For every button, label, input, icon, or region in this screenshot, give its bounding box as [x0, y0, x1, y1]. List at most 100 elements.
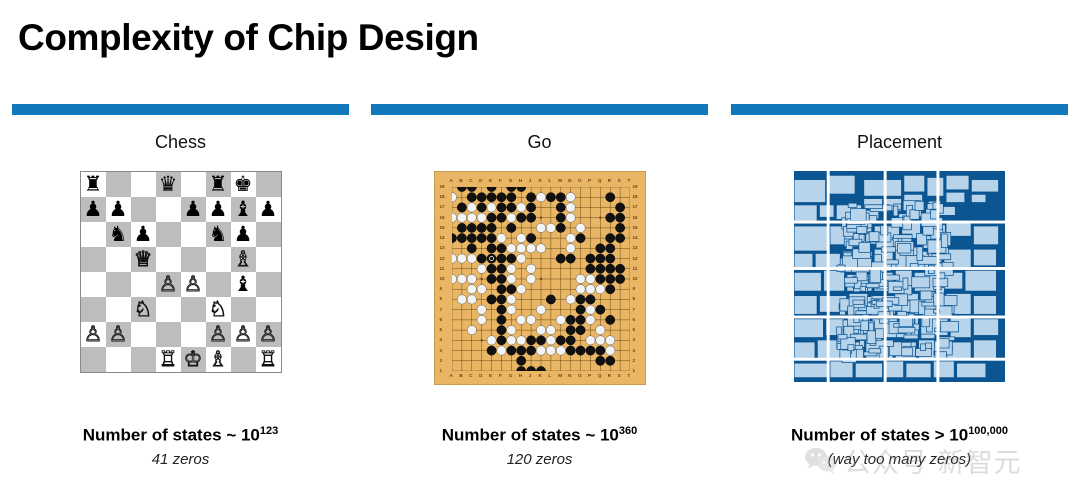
chess-square: ♟	[130, 222, 156, 247]
go-stone	[496, 274, 506, 284]
go-column-label: R	[607, 373, 612, 378]
go-stone	[476, 192, 487, 203]
figure-go: A A B B C C D D E E F F G G H H J J K K L L M M N N O O P P Q Q R R S S T T 19…	[371, 171, 708, 385]
go-stone	[476, 304, 487, 315]
go-column-label: J	[528, 373, 532, 378]
caption-chess-main: Number of states ~ 10123	[12, 425, 349, 446]
placement-cell	[900, 347, 913, 357]
chess-square	[155, 297, 181, 322]
go-stone	[545, 223, 556, 233]
go-stone	[614, 233, 625, 243]
go-stone	[466, 187, 477, 192]
go-stone	[535, 243, 546, 254]
go-stone	[496, 345, 506, 356]
chess-piece: ♛	[158, 172, 178, 196]
go-stone	[614, 263, 625, 274]
placement-block	[794, 252, 814, 269]
chess-square: ♟	[230, 222, 256, 247]
go-stone	[604, 274, 615, 284]
placement-block	[863, 178, 903, 197]
go-column-label: K	[538, 178, 542, 183]
placement-block	[794, 271, 822, 292]
go-stone	[456, 294, 467, 305]
chess-square	[130, 272, 156, 297]
placement-cell	[902, 277, 909, 290]
go-stone	[505, 263, 516, 274]
placement-cell	[911, 276, 931, 289]
chess-piece: ♟	[83, 197, 103, 221]
go-row-label: 16	[439, 214, 445, 220]
placement-block	[794, 294, 818, 316]
go-stone	[565, 335, 576, 346]
go-stone	[505, 223, 516, 233]
chess-piece: ♟	[208, 197, 228, 221]
go-row-label: 3	[439, 347, 443, 353]
placement-block	[972, 339, 998, 360]
chess-square	[80, 272, 106, 297]
go-stone	[525, 212, 536, 223]
go-stone	[515, 187, 526, 192]
chess-square	[130, 322, 156, 347]
go-stone	[585, 253, 595, 264]
go-stone	[594, 284, 605, 295]
chess-square	[180, 222, 206, 247]
go-row-label: 7	[439, 306, 443, 312]
go-stone	[496, 233, 506, 243]
go-stone	[496, 243, 506, 254]
chess-square: ♙	[155, 272, 181, 297]
go-stone	[466, 202, 477, 213]
go-row-label: 8	[439, 296, 443, 302]
go-column-label: S	[617, 178, 621, 183]
go-stone	[575, 304, 585, 315]
go-row-label: 16	[632, 214, 638, 220]
go-stone	[575, 223, 585, 233]
go-stone	[505, 253, 516, 264]
go-column-label: T	[627, 373, 631, 378]
chess-square	[230, 347, 256, 372]
go-stone	[486, 345, 496, 356]
placement-block	[794, 204, 818, 223]
go-stone	[575, 233, 585, 243]
go-stone	[604, 253, 615, 264]
go-stone	[604, 315, 615, 325]
placement-cell	[850, 208, 867, 222]
go-stone	[565, 212, 576, 223]
placement-cell	[852, 299, 865, 305]
caption-placement-main: Number of states > 10100,000	[731, 425, 1068, 446]
chess-piece: ♗	[208, 347, 228, 371]
go-stone	[476, 233, 487, 243]
placement-block	[854, 362, 884, 379]
go-column-label: O	[578, 178, 582, 183]
go-stone	[525, 233, 536, 243]
go-stone	[476, 202, 487, 213]
go-stone	[486, 294, 496, 305]
go-stone	[575, 294, 585, 305]
go-stone	[476, 212, 487, 223]
chess-piece: ♟	[258, 197, 278, 221]
placement-block	[955, 362, 987, 379]
go-column-label: M	[558, 178, 563, 183]
go-stone	[535, 366, 546, 371]
placement-cell	[903, 334, 919, 340]
go-stone	[515, 202, 526, 213]
placement-cell	[839, 310, 846, 316]
go-stone	[496, 263, 506, 274]
go-stone	[515, 212, 526, 223]
go-stone	[585, 335, 595, 346]
chess-square	[255, 272, 281, 297]
go-stone	[456, 233, 467, 243]
figure-chess: ♜ ♛ ♜ ♚ ♟ ♟ ♟ ♟ ♝ ♟ ♞ ♟ ♞ ♟ ♕ ♗ ♙ ♙ ♝ ♘ ♘ ♙ ♙ ♙ ♙ ♙ ♖ ♔ ♗ ♖	[12, 171, 349, 373]
chess-piece: ♙	[108, 322, 128, 346]
chess-piece: ♞	[108, 222, 128, 246]
go-column-label: B	[459, 373, 463, 378]
chess-square	[105, 172, 131, 197]
placement-block	[794, 318, 825, 339]
go-row-label: 2	[439, 357, 443, 363]
go-stone	[505, 304, 516, 315]
placement-cell	[909, 209, 920, 220]
placement-channel	[826, 171, 830, 382]
go-row-label: 15	[439, 224, 445, 230]
go-stone	[505, 284, 516, 295]
chess-piece: ♙	[208, 322, 228, 346]
go-column-label: L	[548, 373, 552, 378]
